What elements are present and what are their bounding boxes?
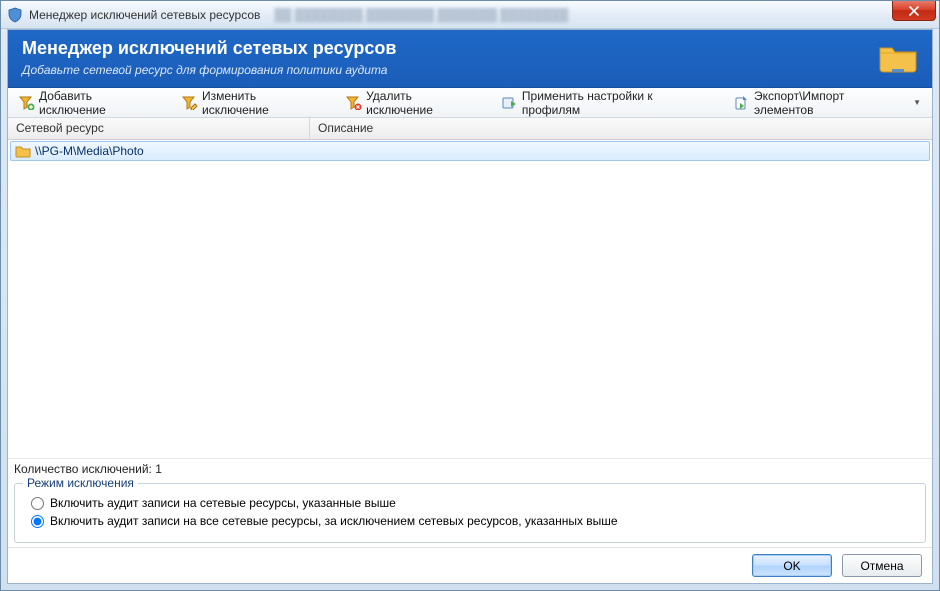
toolbar-label: Изменить исключение <box>202 89 326 117</box>
grid-header-description[interactable]: Описание <box>310 118 932 139</box>
radio-input[interactable] <box>31 497 44 510</box>
toolbar-label: Удалить исключение <box>366 89 482 117</box>
app-shield-icon <box>7 7 23 23</box>
radio-input[interactable] <box>31 515 44 528</box>
exclusion-mode-group: Режим исключения Включить аудит записи н… <box>14 483 926 543</box>
ok-button[interactable]: OK <box>752 554 832 577</box>
edit-exception-button[interactable]: Изменить исключение <box>175 85 333 121</box>
grid-body[interactable]: \\PG-M\Media\Photo <box>8 140 932 458</box>
folder-icon <box>15 143 31 159</box>
mode-option-include-listed[interactable]: Включить аудит записи на сетевые ресурсы… <box>31 496 909 510</box>
count-label: Количество исключений: <box>14 462 152 476</box>
toolbar: Добавить исключение Изменить исключение … <box>8 88 932 118</box>
export-import-icon <box>734 95 750 111</box>
funnel-add-icon <box>19 95 35 111</box>
window-title: Менеджер исключений сетевых ресурсов <box>29 8 260 22</box>
close-button[interactable] <box>892 1 936 21</box>
banner-folder-icon <box>878 40 918 77</box>
toolbar-label: Применить настройки к профилям <box>522 89 714 117</box>
radio-label: Включить аудит записи на все сетевые рес… <box>50 514 618 528</box>
funnel-delete-icon <box>346 95 362 111</box>
funnel-edit-icon <box>182 95 198 111</box>
toolbar-label: Экспорт\Импорт элементов <box>754 89 907 117</box>
banner: Менеджер исключений сетевых ресурсов Доб… <box>8 30 932 88</box>
window-title-blurred: ██ ████████ ████████ ███████ ████████ <box>274 8 568 22</box>
exception-count: Количество исключений: 1 <box>8 458 932 479</box>
apply-icon <box>502 95 518 111</box>
grid-row[interactable]: \\PG-M\Media\Photo <box>10 141 930 161</box>
window-frame: Менеджер исключений сетевых ресурсов ██ … <box>0 0 940 591</box>
mode-option-exclude-listed[interactable]: Включить аудит записи на все сетевые рес… <box>31 514 909 528</box>
banner-title: Менеджер исключений сетевых ресурсов <box>22 38 396 59</box>
grid-header-resource[interactable]: Сетевой ресурс <box>8 118 310 139</box>
grid-header: Сетевой ресурс Описание <box>8 118 932 140</box>
add-exception-button[interactable]: Добавить исключение <box>12 85 169 121</box>
client-area: Менеджер исключений сетевых ресурсов Доб… <box>7 29 933 584</box>
group-legend: Режим исключения <box>23 476 138 490</box>
close-icon <box>909 6 919 16</box>
export-import-button[interactable]: Экспорт\Импорт элементов ▼ <box>727 85 928 121</box>
button-bar: OK Отмена <box>8 547 932 583</box>
count-value: 1 <box>155 462 162 476</box>
grid-cell-resource: \\PG-M\Media\Photo <box>35 144 321 158</box>
delete-exception-button[interactable]: Удалить исключение <box>339 85 489 121</box>
apply-to-profiles-button[interactable]: Применить настройки к профилям <box>495 85 721 121</box>
radio-label: Включить аудит записи на сетевые ресурсы… <box>50 496 396 510</box>
chevron-down-icon: ▼ <box>913 98 921 107</box>
cancel-button[interactable]: Отмена <box>842 554 922 577</box>
banner-subtitle: Добавьте сетевой ресурс для формирования… <box>22 63 396 77</box>
toolbar-label: Добавить исключение <box>39 89 162 117</box>
titlebar[interactable]: Менеджер исключений сетевых ресурсов ██ … <box>1 1 939 29</box>
